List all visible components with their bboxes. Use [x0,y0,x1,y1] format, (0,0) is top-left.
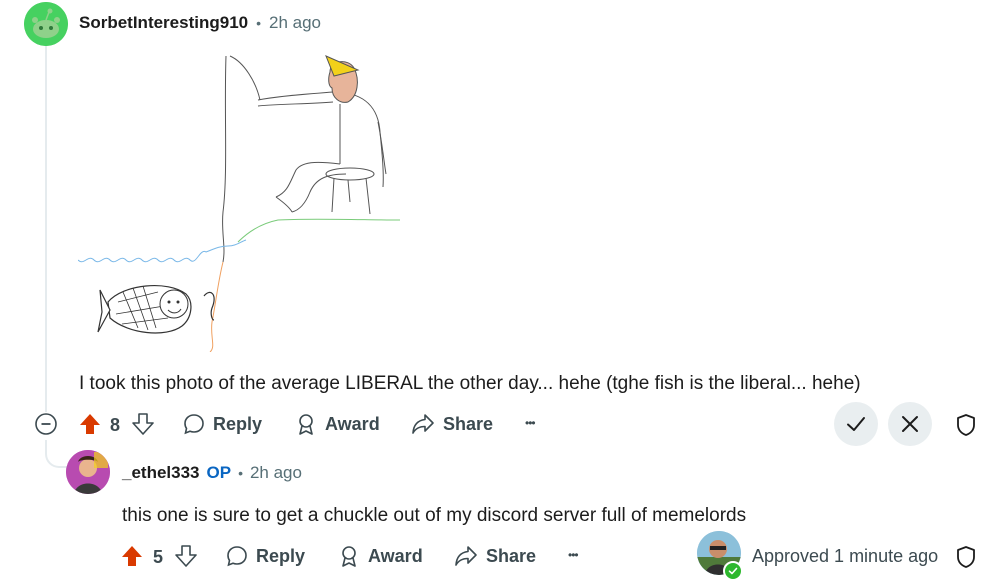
share-label: Share [443,413,494,434]
snoo-avatar-icon [24,2,68,46]
downvote-arrow-icon [175,545,197,567]
meta-separator: • [256,15,262,31]
award-ribbon-icon [342,546,356,567]
fisherman-meme-drawing [77,55,401,353]
reply-downvote-button[interactable] [175,545,197,572]
user-avatar-image-icon [66,450,110,494]
user-avatar[interactable] [24,2,68,46]
thread-line-elbow [45,440,69,468]
award-label: Award [325,413,380,434]
reply-mod-shield-button[interactable] [955,545,977,574]
reply-user-avatar[interactable] [66,450,110,494]
close-x-icon [902,416,918,432]
checkmark-icon [847,417,865,431]
approved-status: Approved 1 minute ago [752,546,939,566]
collapse-minus-icon [35,413,57,435]
share-arrow-icon [455,546,477,566]
reply-reply-button[interactable]: Reply [226,545,305,567]
chat-bubble-icon [184,414,204,435]
shield-icon [957,414,975,436]
reply-share-button[interactable]: Share [454,545,536,567]
reply-button[interactable]: Reply [183,413,262,435]
more-options-button[interactable]: ••• [525,416,536,430]
vote-count: 8 [110,415,121,435]
reply-label: Reply [256,545,306,566]
approve-button[interactable] [834,402,878,446]
remove-button[interactable] [888,402,932,446]
upvote-button[interactable] [79,413,101,440]
checkmark-icon [728,567,738,575]
reply-vote-count: 5 [153,547,164,567]
share-label: Share [486,545,537,566]
reply-username[interactable]: _ethel333 [122,463,200,483]
downvote-button[interactable] [132,413,154,440]
comment-image[interactable] [77,52,408,353]
shield-icon [957,546,975,568]
approved-check-badge [723,561,743,581]
upvote-arrow-icon [122,546,142,566]
reply-upvote-button[interactable] [121,545,143,572]
share-arrow-icon [412,414,434,434]
chat-bubble-icon [227,546,247,567]
reply-award-button[interactable]: Award [338,545,423,567]
collapse-thread-button[interactable] [35,413,57,435]
thread-line [45,46,47,412]
reply-timestamp[interactable]: 2h ago [250,463,302,483]
award-button[interactable]: Award [295,413,380,435]
reply-label: Reply [213,413,263,434]
reply-body: this one is sure to get a chuckle out of… [122,505,747,526]
moderator-avatar[interactable] [697,531,743,581]
reply-more-options-button[interactable]: ••• [568,548,579,562]
op-badge: OP [206,463,232,482]
mod-shield-button[interactable] [955,413,977,442]
award-label: Award [368,545,423,566]
downvote-arrow-icon [132,413,154,435]
award-ribbon-icon [299,414,313,435]
comment-timestamp[interactable]: 2h ago [269,13,321,33]
upvote-arrow-icon [80,414,100,434]
share-button[interactable]: Share [411,413,493,435]
meta-separator: • [238,465,243,481]
comment-body: I took this photo of the average LIBERAL… [79,373,861,394]
comment-username[interactable]: SorbetInteresting910 [79,13,248,33]
